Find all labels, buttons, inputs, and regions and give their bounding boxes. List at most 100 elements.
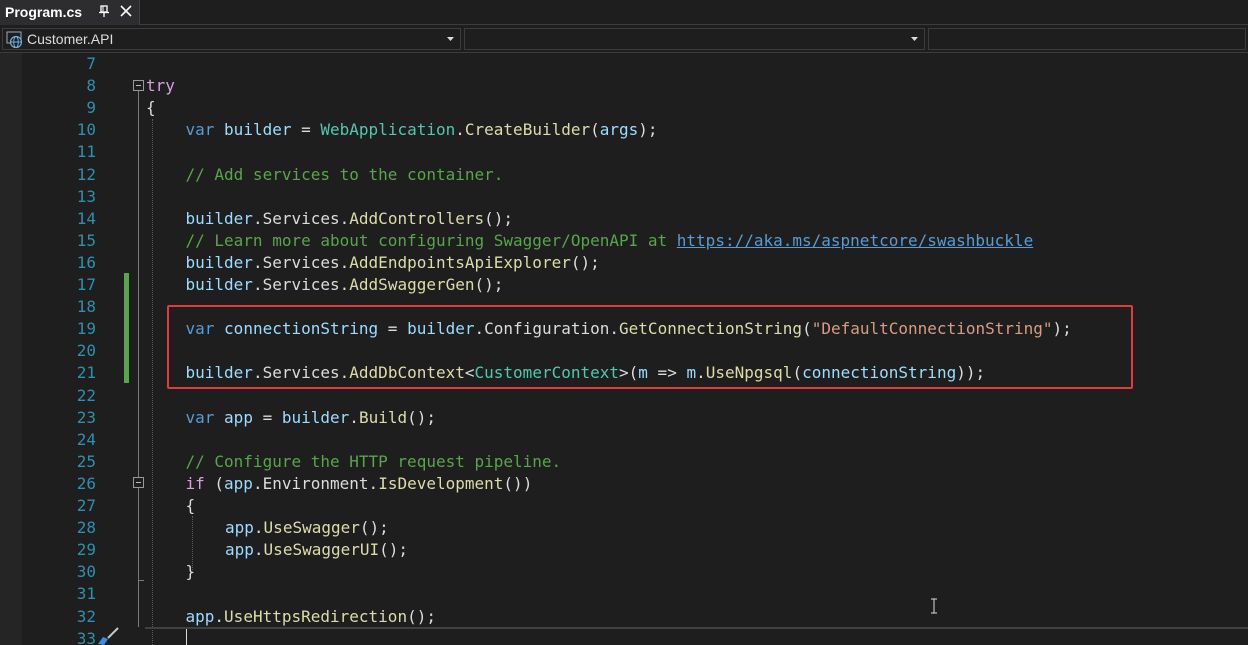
code-token: CreateBuilder [464, 120, 591, 140]
chevron-down-icon [447, 37, 454, 41]
line-number: 12 [76, 164, 96, 184]
line-number: 31 [76, 584, 96, 604]
code-line[interactable]: 7 [0, 53, 1248, 75]
line-number: 23 [76, 407, 96, 427]
code-token: = [291, 120, 321, 140]
code-line[interactable]: 26 if (app.Environment.IsDevelopment()) [0, 473, 1248, 495]
line-number: 13 [76, 186, 96, 206]
code-line[interactable]: 9{ [0, 97, 1248, 119]
line-number: 29 [76, 540, 96, 560]
code-token: UseHttpsRedirection [224, 606, 408, 626]
code-line[interactable]: 8 try [0, 75, 1248, 97]
code-line[interactable]: 25 // Configure the HTTP request pipeline… [0, 451, 1248, 473]
line-number: 8 [86, 76, 96, 96]
code-text: builder.Services.AddSwaggerGen(); [186, 274, 504, 296]
mouse-ibeam-cursor-icon [931, 598, 937, 614]
code-text: try [146, 75, 175, 97]
line-number: 30 [76, 562, 96, 582]
code-line[interactable]: 10 var builder = WebApplication.CreateBui… [0, 119, 1248, 141]
code-line[interactable]: 29 app.UseSwaggerUI(); [0, 539, 1248, 561]
current-line-highlight [145, 627, 1248, 629]
code-line[interactable]: 23 var app = builder.Build(); [0, 407, 1248, 429]
code-line[interactable]: 16 builder.Services.AddEndpointsApiExplor… [0, 252, 1248, 274]
code-text: { [186, 495, 196, 517]
line-number: 21 [76, 363, 96, 383]
code-line[interactable]: 12 // Add services to the container. [0, 164, 1248, 186]
line-number: 17 [76, 275, 96, 294]
code-line[interactable]: 24 [0, 429, 1248, 451]
pin-icon[interactable] [97, 3, 111, 19]
code-text: } [186, 561, 196, 583]
line-number: 9 [86, 98, 96, 118]
code-text: var app = builder.Build(); [186, 407, 437, 429]
code-token: . [252, 208, 263, 228]
line-number: 22 [76, 385, 96, 405]
code-token: . [252, 473, 263, 493]
line-number: 26 [76, 473, 96, 493]
code-token: builder [224, 120, 292, 140]
code-line[interactable]: 13 [0, 186, 1248, 208]
code-token: { [146, 98, 156, 118]
code-token: (); [474, 275, 504, 294]
code-line[interactable]: 17 builder.Services.AddSwaggerGen(); [0, 274, 1248, 296]
code-line[interactable]: 33 [0, 628, 1248, 645]
line-number: 28 [76, 518, 96, 538]
code-line[interactable]: 15 // Learn more about configuring Swagge… [0, 230, 1248, 252]
code-token: ( [590, 120, 600, 140]
code-token: . [349, 407, 359, 427]
code-token: (); [407, 606, 436, 626]
code-token: app [225, 540, 254, 560]
code-token: . [339, 275, 350, 294]
code-token: builder [185, 275, 253, 294]
code-line[interactable]: 32 app.UseHttpsRedirection(); [0, 606, 1248, 628]
code-token: . [253, 518, 264, 538]
member-dropdown[interactable] [928, 28, 1246, 50]
code-editor[interactable]: 7 8 try 9{10 var builder = WebApplication.Cr… [0, 53, 1248, 645]
code-token: (); [359, 518, 389, 538]
code-token: builder [185, 208, 253, 228]
project-globe-icon [6, 31, 23, 49]
code-line[interactable]: 14 builder.Services.AddControllers(); [0, 208, 1248, 230]
line-number: 11 [76, 142, 96, 162]
line-number: 16 [76, 252, 96, 272]
code-token: Services [262, 252, 340, 272]
project-dropdown[interactable]: Customer.API [2, 28, 461, 50]
code-line[interactable]: 27 { [0, 495, 1248, 517]
code-token: . [214, 606, 225, 626]
tab-program-cs[interactable]: Program.cs [0, 0, 140, 25]
line-number: 24 [76, 429, 96, 449]
code-text: { [146, 97, 156, 119]
code-token: Services [262, 208, 340, 228]
code-line[interactable]: 11 [0, 141, 1248, 163]
code-token: if [185, 473, 205, 493]
code-token: app [225, 518, 254, 538]
code-link[interactable]: https://aka.ms/aspnetcore/swashbuckle [677, 231, 1033, 250]
code-token: Build [358, 407, 408, 427]
code-line[interactable]: 30} [0, 561, 1248, 583]
code-token: . [339, 208, 350, 228]
code-cleanup-brush-icon[interactable] [94, 626, 120, 645]
code-line[interactable]: 28 app.UseSwagger(); [0, 517, 1248, 539]
code-token: // Learn more about configuring Swagger/… [185, 230, 677, 250]
code-token: (); [570, 252, 600, 272]
code-text: // Configure the HTTP request pipeline. [186, 451, 562, 473]
line-number: 27 [76, 496, 96, 515]
code-token: Services [262, 275, 340, 294]
code-token: // Add services to the container. [185, 164, 504, 184]
code-token: app [224, 407, 253, 427]
annotation-highlight-box [167, 305, 1133, 389]
code-text: builder.Services.AddEndpointsApiExplorer… [186, 252, 600, 274]
type-dropdown[interactable] [464, 28, 925, 50]
navigation-bar: Customer.API [0, 26, 1248, 53]
code-token: app [185, 606, 215, 626]
code-token: { [185, 496, 196, 515]
close-icon[interactable] [119, 4, 133, 18]
code-token: builder [185, 252, 253, 272]
code-token: var [185, 120, 215, 140]
tab-title: Program.cs [5, 4, 83, 20]
code-text: // Add services to the container. [186, 164, 504, 186]
line-number: 15 [76, 230, 96, 250]
code-line[interactable]: 31 [0, 583, 1248, 605]
code-token: . [252, 275, 263, 294]
